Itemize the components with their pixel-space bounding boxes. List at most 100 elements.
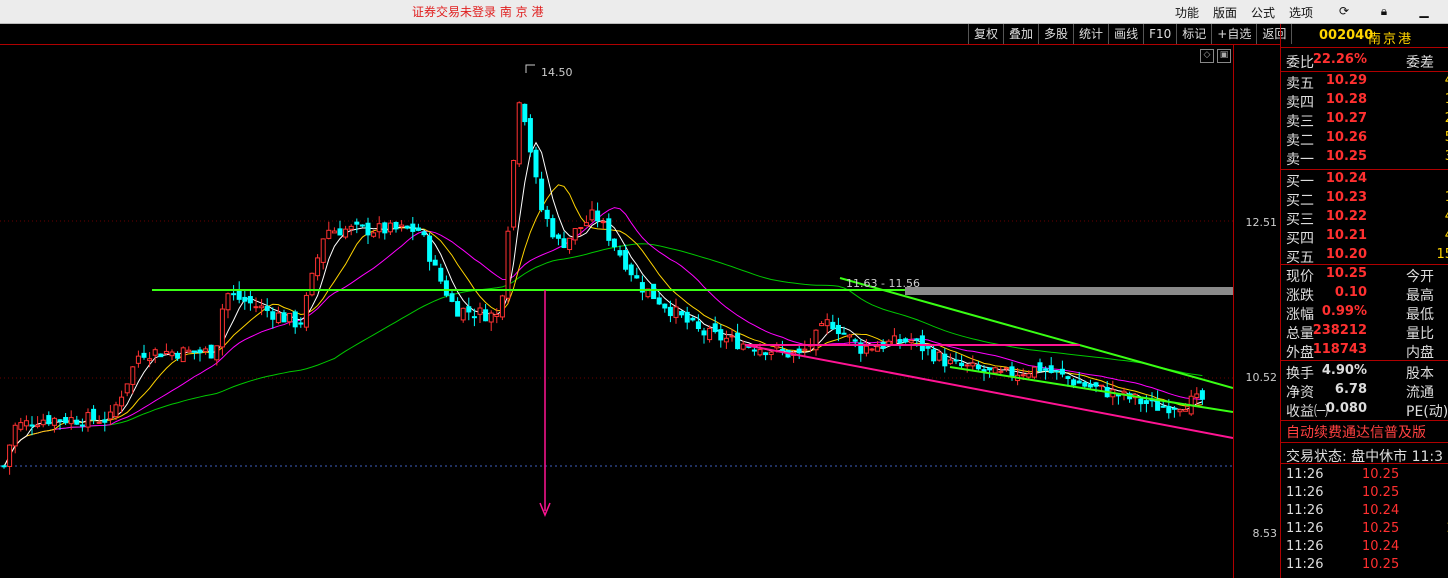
candle-body — [1087, 384, 1093, 388]
window-restore-icon[interactable]: ▣ — [1217, 49, 1231, 63]
candle-body — [1043, 368, 1049, 371]
candle-body — [309, 272, 315, 296]
candle-body — [779, 348, 785, 351]
menu-function[interactable]: 功能 — [1168, 2, 1206, 23]
tick-row: 11:2610.252 — [1286, 521, 1448, 536]
y-tick-label: 8.53 — [1252, 527, 1278, 540]
candle-body — [634, 275, 640, 279]
toolbar-statistics[interactable]: 统计 — [1074, 24, 1110, 44]
ma5-line — [3, 141, 1203, 467]
candle-body — [74, 419, 80, 425]
candle-body — [471, 316, 477, 319]
toolbar-draw-line[interactable]: 画线 — [1109, 24, 1145, 44]
menu-options[interactable]: 选项 — [1282, 2, 1320, 23]
price-axis: 12.51 10.52 8.53 — [1233, 45, 1281, 578]
stat-row: 现价 10.25 今开 — [1286, 266, 1434, 285]
candle-body — [578, 227, 584, 230]
bid-row[interactable]: 买二10.231 — [1281, 190, 1448, 209]
ask-row[interactable]: 卖一10.253 — [1281, 149, 1448, 168]
candle-body — [628, 264, 634, 276]
candle-body — [914, 338, 920, 341]
stock-header[interactable]: 002040 南京港 — [1281, 24, 1448, 48]
candle-body — [29, 424, 35, 427]
candle-body — [589, 209, 595, 221]
candle-body — [438, 267, 444, 282]
candle-body — [259, 305, 265, 309]
candle-body — [169, 351, 175, 357]
stock-code: 002040 — [1319, 28, 1374, 43]
peak-price-label: 14.50 — [541, 66, 573, 79]
candle-body — [1, 465, 7, 468]
ask-row[interactable]: 卖四10.281 — [1281, 92, 1448, 111]
menu-formula[interactable]: 公式 — [1244, 2, 1282, 23]
candle-body — [124, 383, 130, 394]
ask-row[interactable]: 卖三10.272 — [1281, 111, 1448, 130]
candle-body — [477, 307, 483, 315]
candle-body — [57, 419, 63, 422]
candle-body — [953, 359, 959, 362]
candle-body — [102, 419, 108, 423]
bid-row[interactable]: 买一 10.24 — [1281, 171, 1448, 190]
lock-icon[interactable]: 🔒︎ — [1368, 2, 1400, 23]
connect-icon[interactable]: ⟳ — [1328, 2, 1360, 23]
candle-body — [242, 296, 248, 302]
ask-row[interactable]: 卖五10.294 — [1281, 73, 1448, 92]
bid-row[interactable]: 买五10.2015 — [1281, 247, 1448, 266]
candle-body — [611, 238, 617, 248]
candle-body — [141, 352, 147, 358]
candle-body — [903, 338, 909, 343]
candle-body — [1031, 366, 1037, 378]
candle-body — [701, 330, 707, 336]
bid-row[interactable]: 买三10.224 — [1281, 209, 1448, 228]
zoom-diamond-icon[interactable]: ◇ — [1200, 49, 1214, 63]
candle-body — [606, 218, 612, 241]
candle-body — [225, 293, 231, 311]
toolbar-restore-rights[interactable]: 复权 — [969, 24, 1005, 44]
candle-body — [208, 344, 214, 359]
candle-body — [91, 408, 97, 421]
candle-body — [718, 329, 724, 341]
tick-row: 11:26 10.25 — [1286, 557, 1400, 572]
bid-row[interactable]: 买四10.214 — [1281, 228, 1448, 247]
candle-body — [1177, 409, 1183, 413]
candle-body — [673, 306, 679, 318]
toolbar-add-watchlist[interactable]: +自选 — [1212, 24, 1258, 44]
kline-chart[interactable]: 14.50 11.63 - 11.56 — [0, 45, 1233, 578]
candle-body — [813, 329, 819, 351]
order-ratio-row: 委比 22.26% 委差 — [1286, 52, 1434, 71]
candle-body — [1199, 390, 1205, 400]
toolbar-multi-stock[interactable]: 多股 — [1039, 24, 1075, 44]
candle-body — [1065, 376, 1071, 379]
candle-body — [40, 419, 46, 426]
candle-body — [7, 444, 13, 467]
candle-body — [180, 347, 186, 363]
toolbar-f10[interactable]: F10 — [1144, 24, 1178, 44]
candle-body — [841, 332, 847, 335]
ma20-line — [3, 207, 1203, 467]
chart-toolbar: 复权 叠加 多股 统计 画线 F10 标记 +自选 返回 — [968, 24, 1293, 44]
candle-body — [768, 351, 774, 356]
candle-body — [830, 321, 836, 330]
ask-row[interactable]: 卖二10.265 — [1281, 130, 1448, 149]
candle-body — [847, 334, 853, 338]
candle-body — [186, 349, 192, 353]
candle-body — [1194, 393, 1200, 398]
candle-body — [572, 228, 578, 241]
candle-body — [735, 332, 741, 350]
minimize-icon[interactable]: ▁ — [1408, 2, 1440, 23]
candle-body — [1054, 370, 1060, 373]
candle-body — [231, 293, 237, 296]
candle-body — [1037, 362, 1043, 372]
candle-body — [824, 319, 830, 327]
candle-body — [236, 289, 242, 300]
toolbar-mark[interactable]: 标记 — [1177, 24, 1213, 44]
login-status: 证券交易未登录 南 京 港 — [412, 5, 544, 19]
candle-body — [863, 345, 869, 354]
candle-body — [555, 234, 561, 239]
candle-body — [891, 335, 897, 346]
toolbar-overlay[interactable]: 叠加 — [1004, 24, 1040, 44]
candle-body — [819, 323, 825, 327]
menu-layout[interactable]: 版面 — [1206, 2, 1244, 23]
promo-banner[interactable]: 自动续费通达信普及版 — [1286, 422, 1426, 442]
candle-body — [421, 231, 427, 236]
